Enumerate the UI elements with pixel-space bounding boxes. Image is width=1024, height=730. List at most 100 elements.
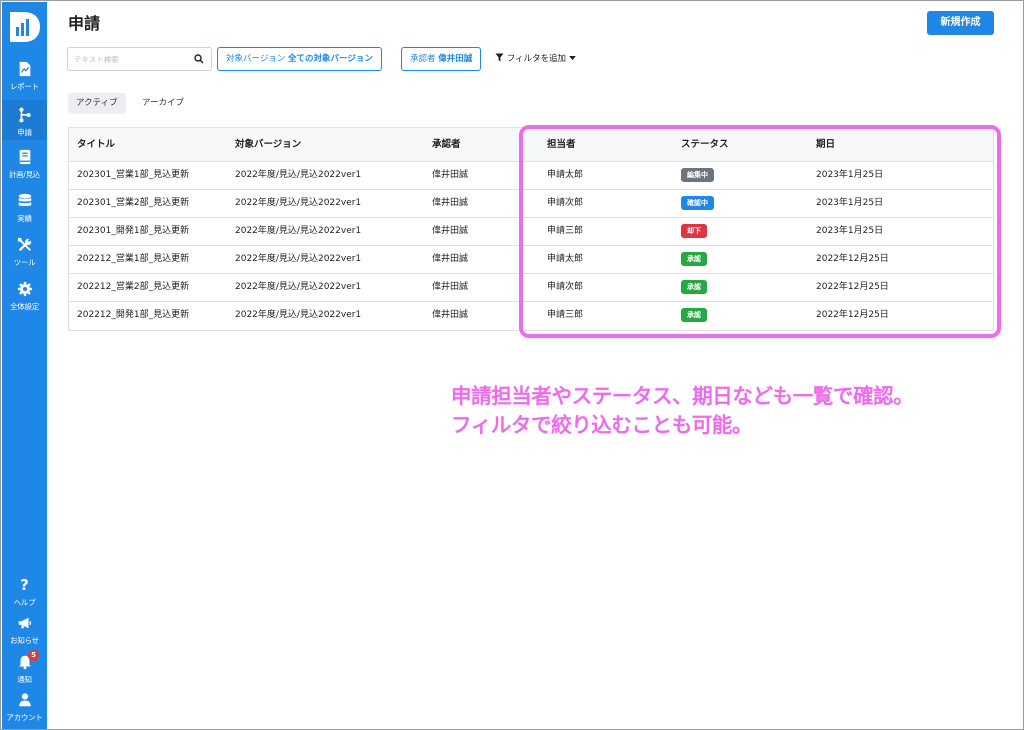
cell-due: 2023年1月25日 (816, 226, 884, 236)
sidebar-item-application[interactable]: 申請 (2, 100, 47, 140)
cell-approver: 偉井田誠 (432, 198, 469, 208)
approver-filter[interactable]: 承認者 偉井田誠 (401, 47, 482, 71)
sidebar-item-account[interactable]: アカウント (2, 691, 47, 723)
table-row[interactable]: 202212_営業2部_見込更新 2022年度/見込/見込2022ver1 偉井田誠… (69, 274, 993, 302)
status-badge: 確認中 (681, 195, 714, 210)
filter-label: 承認者 (410, 54, 436, 64)
filter-label: 対象バージョン (226, 54, 286, 64)
status-badge: 却下 (681, 223, 707, 238)
status-badge: 承認 (681, 251, 707, 266)
sidebar-item-label: ツール (13, 258, 36, 267)
cell-version: 2022年度/見込/見込2022ver1 (235, 282, 362, 292)
table-row[interactable]: 202301_営業2部_見込更新 2022年度/見込/見込2022ver1 偉井田誠… (69, 190, 993, 218)
cell-version: 2022年度/見込/見込2022ver1 (235, 226, 362, 236)
cell-assignee: 申請太郎 (547, 254, 584, 264)
table-row[interactable]: 202212_営業1部_見込更新 2022年度/見込/見込2022ver1 偉井田誠… (69, 246, 993, 274)
sidebar-item-news[interactable]: お知らせ (2, 614, 47, 646)
cell-title: 202301_営業1部_見込更新 (77, 170, 190, 180)
sidebar-item-report[interactable]: レポート (2, 60, 47, 92)
table-row[interactable]: 202212_開発1部_見込更新 2022年度/見込/見込2022ver1 偉井田誠… (69, 302, 993, 330)
table-header-row: タイトル 対象バージョン 承認者 担当者 ステータス 期日 (69, 128, 993, 162)
table-row[interactable]: 202301_開発1部_見込更新 2022年度/見込/見込2022ver1 偉井田誠… (69, 218, 993, 246)
app-window: レポート 申請 計画/見込 実績 ツール 全体設定 ? ヘルプ お知らせ 5 通… (0, 0, 1024, 730)
search-icon[interactable] (194, 54, 204, 64)
sidebar-item-notifications[interactable]: 5 通知 (2, 650, 47, 685)
sidebar-item-label: 実績 (17, 214, 32, 223)
tab-archive[interactable]: アーカイブ (134, 93, 192, 114)
gear-icon (17, 281, 32, 297)
cell-approver: 偉井田誠 (432, 254, 469, 264)
table-row[interactable]: 202301_営業1部_見込更新 2022年度/見込/見込2022ver1 偉井田誠… (69, 162, 993, 190)
cell-assignee: 申請三郎 (547, 310, 584, 320)
filter-value: 偉井田誠 (438, 54, 473, 64)
status-badge: 承認 (681, 307, 707, 322)
cell-approver: 偉井田誠 (432, 226, 469, 236)
sidebar-item-label: レポート (10, 82, 39, 91)
annotation-line-1: 申請担当者やステータス、期日なども一覧で確認。 (451, 384, 914, 408)
cell-version: 2022年度/見込/見込2022ver1 (235, 310, 362, 320)
column-header-version[interactable]: 対象バージョン (235, 128, 301, 162)
cell-status: 却下 (681, 218, 707, 245)
app-logo[interactable] (8, 10, 42, 44)
branch-icon (18, 107, 31, 123)
sidebar-item-label: 全体設定 (10, 302, 39, 311)
notification-count-badge: 5 (28, 650, 39, 661)
target-version-filter[interactable]: 対象バージョン 全ての対象バージョン (217, 47, 382, 71)
column-header-approver[interactable]: 承認者 (432, 128, 461, 162)
sidebar-item-actual[interactable]: 実績 (2, 192, 47, 224)
sidebar: レポート 申請 計画/見込 実績 ツール 全体設定 ? ヘルプ お知らせ 5 通… (2, 2, 47, 729)
cell-title: 202212_営業2部_見込更新 (77, 282, 190, 292)
annotation-line-2: フィルタで絞り込むことも可能。 (451, 413, 753, 437)
sidebar-item-label: ヘルプ (13, 598, 36, 607)
sidebar-item-tools[interactable]: ツール (2, 236, 47, 268)
book-icon (19, 149, 30, 165)
tab-active[interactable]: アクティブ (68, 93, 126, 114)
cell-version: 2022年度/見込/見込2022ver1 (235, 170, 362, 180)
create-new-button[interactable]: 新規作成 (927, 11, 994, 35)
caret-down-icon (568, 56, 576, 61)
add-filter-label: フィルタを追加 (506, 54, 567, 64)
sidebar-item-label: お知らせ (10, 636, 39, 645)
search-box (67, 47, 212, 71)
cell-due: 2023年1月25日 (816, 198, 884, 208)
cell-version: 2022年度/見込/見込2022ver1 (235, 198, 362, 208)
megaphone-icon (18, 617, 31, 629)
page-title: 申請 (68, 14, 101, 33)
cell-assignee: 申請次郎 (547, 198, 584, 208)
status-badge: 編集中 (681, 167, 714, 182)
cell-approver: 偉井田誠 (432, 310, 469, 320)
cell-due: 2022年12月25日 (816, 310, 889, 320)
column-header-due[interactable]: 期日 (816, 128, 835, 162)
cell-due: 2023年1月25日 (816, 170, 884, 180)
sidebar-item-label: 申請 (17, 128, 32, 137)
cell-title: 202212_開発1部_見込更新 (77, 310, 190, 320)
cell-title: 202301_営業2部_見込更新 (77, 198, 190, 208)
search-input[interactable] (74, 52, 186, 67)
sidebar-item-label: アカウント (6, 713, 43, 722)
cell-status: 承認 (681, 274, 707, 301)
column-header-title[interactable]: タイトル (77, 128, 115, 162)
cell-due: 2022年12月25日 (816, 282, 889, 292)
annotation-callout: 申請担当者やステータス、期日なども一覧で確認。 フィルタで絞り込むことも可能。 (451, 382, 914, 440)
column-header-assignee[interactable]: 担当者 (547, 128, 576, 162)
cell-assignee: 申請三郎 (547, 226, 584, 236)
cell-title: 202301_開発1部_見込更新 (77, 226, 190, 236)
cell-status: 承認 (681, 246, 707, 273)
applications-table: タイトル 対象バージョン 承認者 担当者 ステータス 期日 202301_営業1… (68, 127, 994, 331)
sidebar-item-label: 通知 (17, 675, 32, 684)
sidebar-item-settings[interactable]: 全体設定 (2, 280, 47, 312)
cell-status: 確認中 (681, 190, 714, 217)
user-icon (18, 693, 31, 707)
filter-value: 全ての対象バージョン (288, 54, 373, 64)
cell-approver: 偉井田誠 (432, 282, 469, 292)
sidebar-item-plan[interactable]: 計画/見込 (2, 148, 47, 180)
sidebar-item-help[interactable]: ? ヘルプ (2, 576, 47, 608)
database-icon (18, 193, 31, 206)
report-icon (19, 61, 30, 77)
cell-approver: 偉井田誠 (432, 170, 469, 180)
cell-status: 編集中 (681, 162, 714, 189)
column-header-status[interactable]: ステータス (681, 128, 729, 162)
status-badge: 承認 (681, 279, 707, 294)
cell-assignee: 申請次郎 (547, 282, 584, 292)
add-filter-button[interactable]: フィルタを追加 (495, 52, 576, 64)
